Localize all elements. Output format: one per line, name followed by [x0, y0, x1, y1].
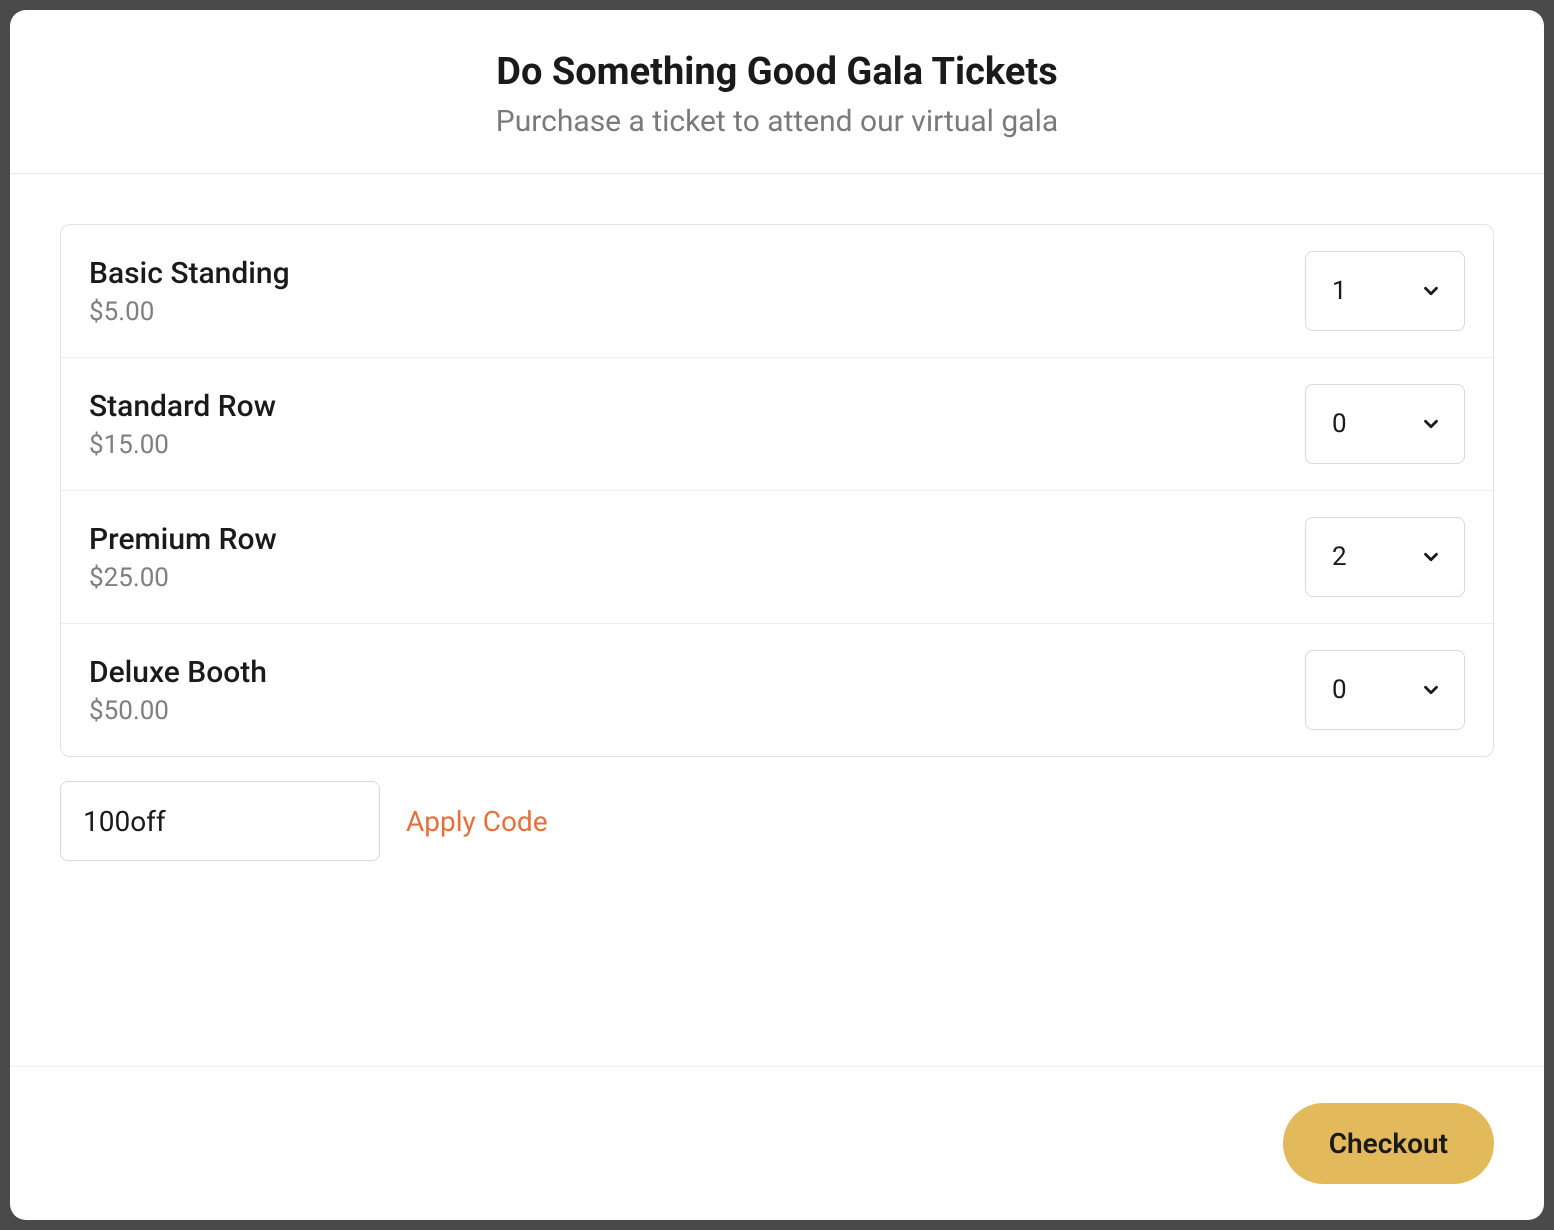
quantity-value: 0: [1332, 409, 1347, 439]
quantity-value: 2: [1332, 542, 1347, 572]
chevron-down-icon: [1420, 413, 1442, 435]
ticket-info: Basic Standing $5.00: [89, 256, 290, 327]
ticket-row: Premium Row $25.00 2: [61, 491, 1493, 624]
ticket-row: Basic Standing $5.00 1: [61, 225, 1493, 358]
ticket-info: Deluxe Booth $50.00: [89, 655, 267, 726]
promo-code-row: Apply Code: [60, 781, 1494, 861]
ticket-name: Premium Row: [89, 522, 277, 557]
ticket-price: $25.00: [89, 563, 277, 593]
quantity-select[interactable]: 0: [1305, 384, 1465, 464]
ticket-price: $50.00: [89, 696, 267, 726]
ticket-price: $15.00: [89, 430, 276, 460]
ticket-row: Standard Row $15.00 0: [61, 358, 1493, 491]
dialog-header: Do Something Good Gala Tickets Purchase …: [10, 10, 1544, 174]
ticket-info: Standard Row $15.00: [89, 389, 276, 460]
dialog-content: Basic Standing $5.00 1 Standard Row $15.…: [10, 174, 1544, 1066]
quantity-select[interactable]: 1: [1305, 251, 1465, 331]
ticket-price: $5.00: [89, 297, 290, 327]
ticket-name: Basic Standing: [89, 256, 290, 291]
dialog-footer: Checkout: [10, 1066, 1544, 1220]
ticket-name: Standard Row: [89, 389, 276, 424]
page-title: Do Something Good Gala Tickets: [30, 50, 1524, 94]
page-subtitle: Purchase a ticket to attend our virtual …: [30, 104, 1524, 139]
ticket-row: Deluxe Booth $50.00 0: [61, 624, 1493, 756]
checkout-button[interactable]: Checkout: [1283, 1103, 1494, 1184]
quantity-select[interactable]: 0: [1305, 650, 1465, 730]
ticket-purchase-dialog: Do Something Good Gala Tickets Purchase …: [10, 10, 1544, 1220]
ticket-info: Premium Row $25.00: [89, 522, 277, 593]
quantity-value: 0: [1332, 675, 1347, 705]
chevron-down-icon: [1420, 679, 1442, 701]
quantity-select[interactable]: 2: [1305, 517, 1465, 597]
quantity-value: 1: [1332, 276, 1347, 306]
chevron-down-icon: [1420, 546, 1442, 568]
chevron-down-icon: [1420, 280, 1442, 302]
ticket-list: Basic Standing $5.00 1 Standard Row $15.…: [60, 224, 1494, 757]
promo-code-input[interactable]: [60, 781, 380, 861]
apply-code-button[interactable]: Apply Code: [406, 805, 548, 838]
ticket-name: Deluxe Booth: [89, 655, 267, 690]
